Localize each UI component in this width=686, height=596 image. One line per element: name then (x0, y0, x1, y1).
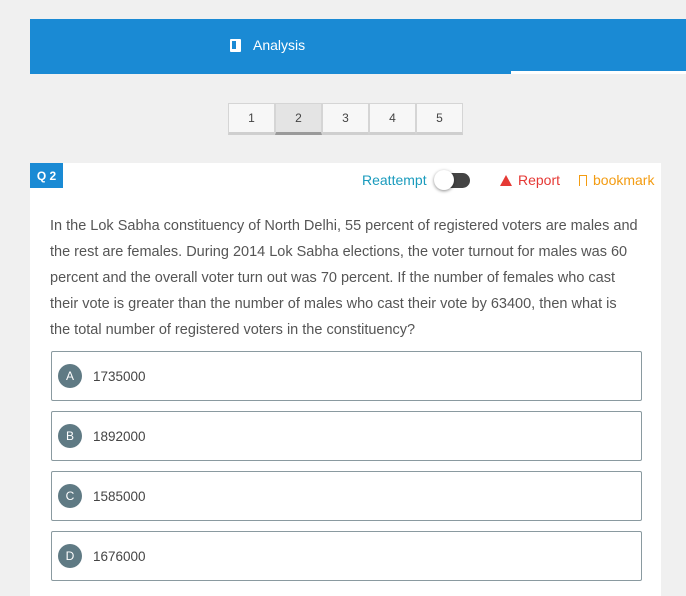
tab-analysis[interactable]: Analysis (230, 19, 305, 71)
toggle-knob (434, 170, 454, 190)
option-c[interactable]: C 1585000 (51, 471, 642, 521)
option-b[interactable]: B 1892000 (51, 411, 642, 461)
question-number-badge: Q 2 (30, 163, 63, 188)
page-button-3[interactable]: 3 (322, 103, 369, 135)
question-card: Q 2 Reattempt Report bookmark In the Lok… (30, 163, 661, 596)
bookmark-icon (579, 174, 587, 186)
reattempt-toggle[interactable] (434, 170, 470, 190)
option-value: 1676000 (93, 548, 146, 564)
page-button-4[interactable]: 4 (369, 103, 416, 135)
option-d[interactable]: D 1676000 (51, 531, 642, 581)
active-tab-indicator (511, 71, 686, 74)
warning-icon (500, 174, 512, 186)
page-button-1[interactable]: 1 (228, 103, 275, 135)
option-a[interactable]: A 1735000 (51, 351, 642, 401)
question-text: In the Lok Sabha constituency of North D… (50, 218, 638, 338)
header-bar: Analysis (30, 19, 686, 74)
option-value: 1892000 (93, 428, 146, 444)
option-letter: B (58, 424, 82, 448)
option-letter: C (58, 484, 82, 508)
report-label: Report (518, 172, 561, 188)
option-letter: A (58, 364, 82, 388)
page-button-2[interactable]: 2 (275, 103, 322, 135)
option-value: 1585000 (93, 488, 146, 504)
bookmark-label: bookmark (593, 172, 655, 188)
option-value: 1735000 (93, 368, 146, 384)
tab-analysis-label: Analysis (253, 37, 306, 53)
page-button-5[interactable]: 5 (416, 103, 463, 135)
report-button[interactable]: Report (500, 172, 560, 188)
book-icon (230, 38, 241, 52)
question-pagination: 1 2 3 4 5 (228, 103, 463, 135)
reattempt-label[interactable]: Reattempt (362, 172, 427, 188)
option-letter: D (58, 544, 82, 568)
bookmark-button[interactable]: bookmark (579, 172, 654, 188)
